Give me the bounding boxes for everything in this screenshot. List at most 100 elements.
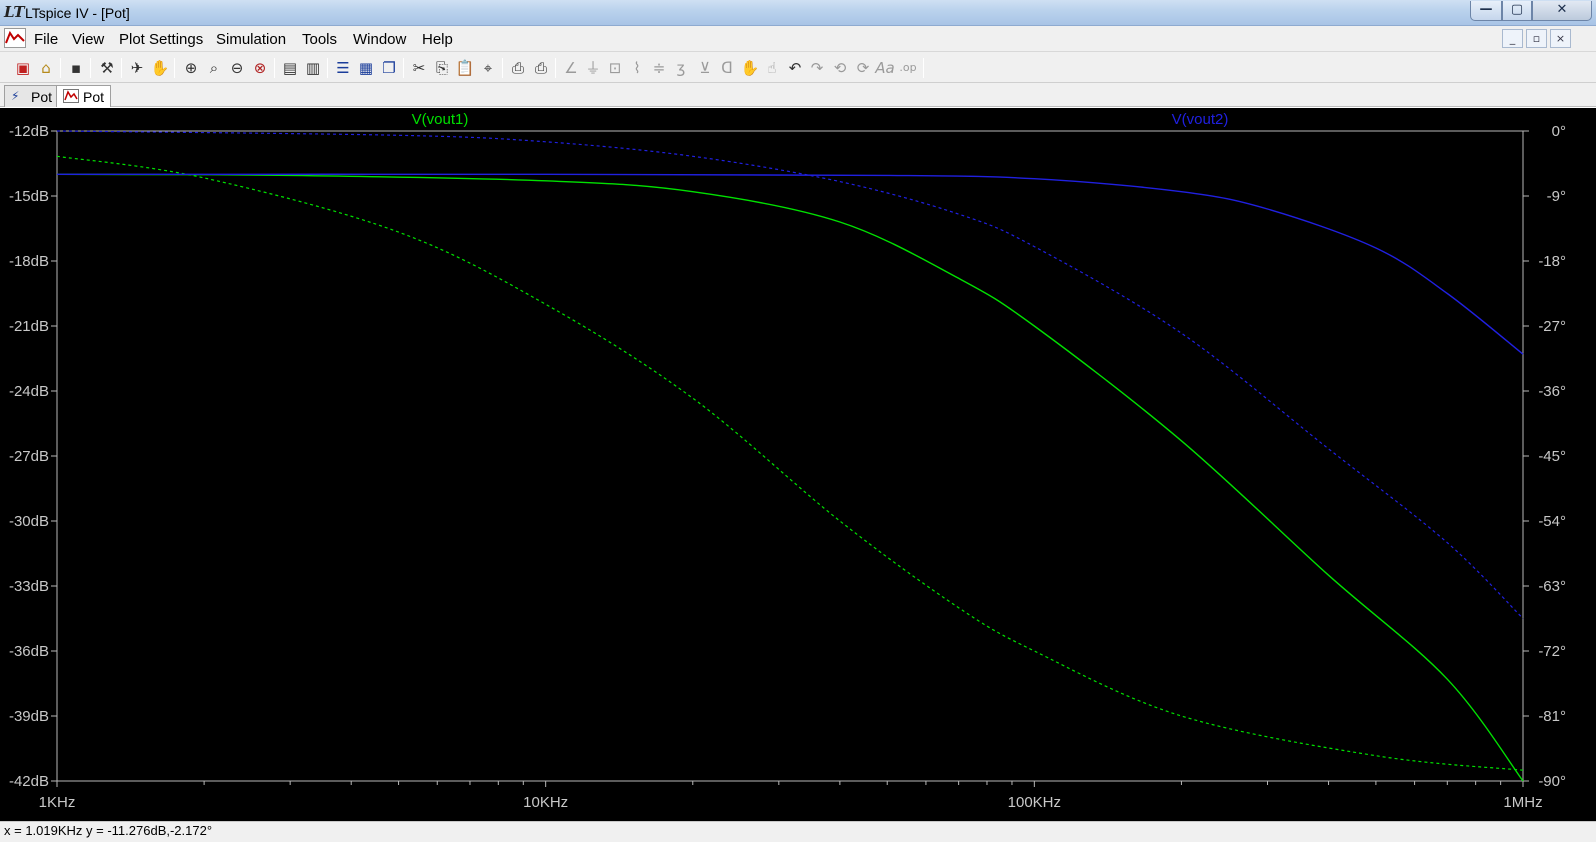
text-icon[interactable]: Aa	[874, 57, 896, 79]
trace-label-vvout1: V(vout1)	[412, 111, 469, 128]
toolbar-separator	[174, 58, 175, 78]
cascade-icon[interactable]: ❐	[378, 57, 400, 79]
spice-directive-icon[interactable]: .op	[897, 57, 919, 79]
window-title: LTspice IV - [Pot]	[25, 5, 130, 21]
run-icon[interactable]: ✈	[126, 57, 148, 79]
trace-vvout2-magnitude	[56, 173, 1524, 355]
toolbar-separator	[121, 58, 122, 78]
cursor-readout: x = 1.019KHz y = -11.276dB,-2.172°	[4, 823, 213, 838]
menu-file[interactable]: File	[34, 31, 58, 48]
trace-vvout1-magnitude	[56, 173, 1524, 782]
ground-icon[interactable]: ⏚	[582, 57, 604, 79]
waveform-document-icon[interactable]	[4, 28, 26, 48]
y2-tick-label: -18°	[1538, 253, 1566, 270]
y-tick-label: -12dB	[9, 123, 49, 140]
inductor-icon[interactable]: ʒ	[670, 57, 692, 79]
zoom-area-icon[interactable]: ⌕	[203, 57, 225, 79]
waveform-plot[interactable]: 1KHz 10KHz 100KHz 1MHz -12dB -15dB -18dB -21dB -…	[0, 108, 1596, 821]
redo-icon[interactable]: ↷	[806, 57, 828, 79]
trace-label-vvout2: V(vout2)	[1172, 111, 1229, 128]
minimize-button[interactable]: —	[1470, 1, 1502, 21]
y2-tick-label: -27°	[1538, 318, 1566, 335]
print-preview-icon[interactable]: ⎙	[507, 57, 529, 79]
component-icon[interactable]: ᗡ	[716, 57, 738, 79]
plot-frame	[56, 130, 1524, 782]
tile-icon[interactable]: ☰	[332, 57, 354, 79]
menu-window[interactable]: Window	[353, 31, 406, 48]
mdi-restore-button[interactable]: ▫	[1526, 29, 1547, 48]
zoom-fit-icon[interactable]: ⊗	[249, 57, 271, 79]
rotate-icon[interactable]: ⟲	[829, 57, 851, 79]
toolbar-separator	[502, 58, 503, 78]
x-tick-label: 10KHz	[523, 794, 568, 811]
menu-plot-settings[interactable]: Plot Settings	[119, 31, 203, 48]
tab-label: Pot	[31, 89, 53, 105]
halt-icon[interactable]: ✋	[149, 57, 171, 79]
x-tick-label: 1KHz	[39, 794, 76, 811]
label-icon[interactable]: ⊡	[604, 57, 626, 79]
resistor-icon[interactable]: ⌇	[626, 57, 648, 79]
menu-help[interactable]: Help	[422, 31, 453, 48]
y-tick-label: -39dB	[9, 708, 49, 725]
y2-tick-label: -36°	[1538, 383, 1566, 400]
save-icon[interactable]: ▪	[65, 57, 87, 79]
toolbar-separator	[555, 58, 556, 78]
menu-simulation[interactable]: Simulation	[216, 31, 286, 48]
toolbar-separator	[923, 58, 924, 78]
diode-icon[interactable]: ⊻	[694, 57, 716, 79]
y-tick-label: -42dB	[9, 773, 49, 790]
title-bar: LT LTspice IV - [Pot] — ▢ ✕	[0, 0, 1596, 26]
y2-tick-label: -90°	[1538, 773, 1566, 790]
print-icon[interactable]: ⎙	[530, 57, 552, 79]
schematic-icon: ⚡	[11, 89, 20, 103]
undo-icon[interactable]: ↶	[784, 57, 806, 79]
toolbar-separator	[274, 58, 275, 78]
toolbar-separator	[403, 58, 404, 78]
mark-icon[interactable]: ▥	[302, 57, 324, 79]
y-tick-label: -21dB	[9, 318, 49, 335]
mirror-icon[interactable]: ⟳	[852, 57, 874, 79]
toolbar-separator	[327, 58, 328, 78]
waveform-plot-pane[interactable]: 1KHz 10KHz 100KHz 1MHz -12dB -15dB -18dB -21dB -…	[0, 108, 1596, 821]
wire-icon[interactable]: ∠	[560, 57, 582, 79]
paste-icon[interactable]: 📋	[454, 57, 476, 79]
vertical-tile-icon[interactable]: ▦	[355, 57, 377, 79]
capacitor-icon[interactable]: ≑	[648, 57, 670, 79]
copy-icon[interactable]: ⎘	[431, 57, 453, 79]
y-tick-label: -30dB	[9, 513, 49, 530]
control-panel-icon[interactable]: ⚒	[96, 57, 118, 79]
menu-tools[interactable]: Tools	[302, 31, 337, 48]
mdi-close-button[interactable]: ×	[1550, 29, 1571, 48]
tab-schematic[interactable]: ⚡ Pot	[4, 85, 60, 107]
y2-tick-label: -45°	[1538, 448, 1566, 465]
menu-view[interactable]: View	[72, 31, 104, 48]
maximize-button[interactable]: ▢	[1502, 1, 1532, 21]
y2-tick-label: -63°	[1538, 578, 1566, 595]
drag-icon[interactable]: ☝	[761, 57, 783, 79]
zoom-in-icon[interactable]: ⊕	[180, 57, 202, 79]
close-button[interactable]: ✕	[1532, 1, 1592, 21]
autorange-icon[interactable]: ▤	[279, 57, 301, 79]
y2-tick-label: -9°	[1547, 188, 1566, 205]
y-tick-label: -24dB	[9, 383, 49, 400]
y2-tick-label: -72°	[1538, 643, 1566, 660]
tab-label: Pot	[83, 89, 105, 105]
y-tick-label: -27dB	[9, 448, 49, 465]
zoom-out-icon[interactable]: ⊖	[226, 57, 248, 79]
y-tick-label: -15dB	[9, 188, 49, 205]
x-tick-label: 1MHz	[1503, 794, 1542, 811]
cut-icon[interactable]: ✂	[408, 57, 430, 79]
tab-waveform[interactable]: Pot	[56, 85, 112, 107]
new-schematic-icon[interactable]: ▣	[12, 57, 34, 79]
document-tab-bar: ⚡ Pot Pot	[0, 83, 1596, 107]
y-tick-label: -18dB	[9, 253, 49, 270]
toolbar-separator	[60, 58, 61, 78]
move-icon[interactable]: ✋	[739, 57, 761, 79]
find-icon[interactable]: ⌖	[477, 57, 499, 79]
y-tick-label: -33dB	[9, 578, 49, 595]
ltspice-logo-icon: LT	[4, 3, 25, 21]
y2-tick-label: -81°	[1538, 708, 1566, 725]
toolbar-separator	[90, 58, 91, 78]
open-file-icon[interactable]: ⌂	[35, 57, 57, 79]
mdi-minimize-button[interactable]: _	[1502, 29, 1523, 48]
